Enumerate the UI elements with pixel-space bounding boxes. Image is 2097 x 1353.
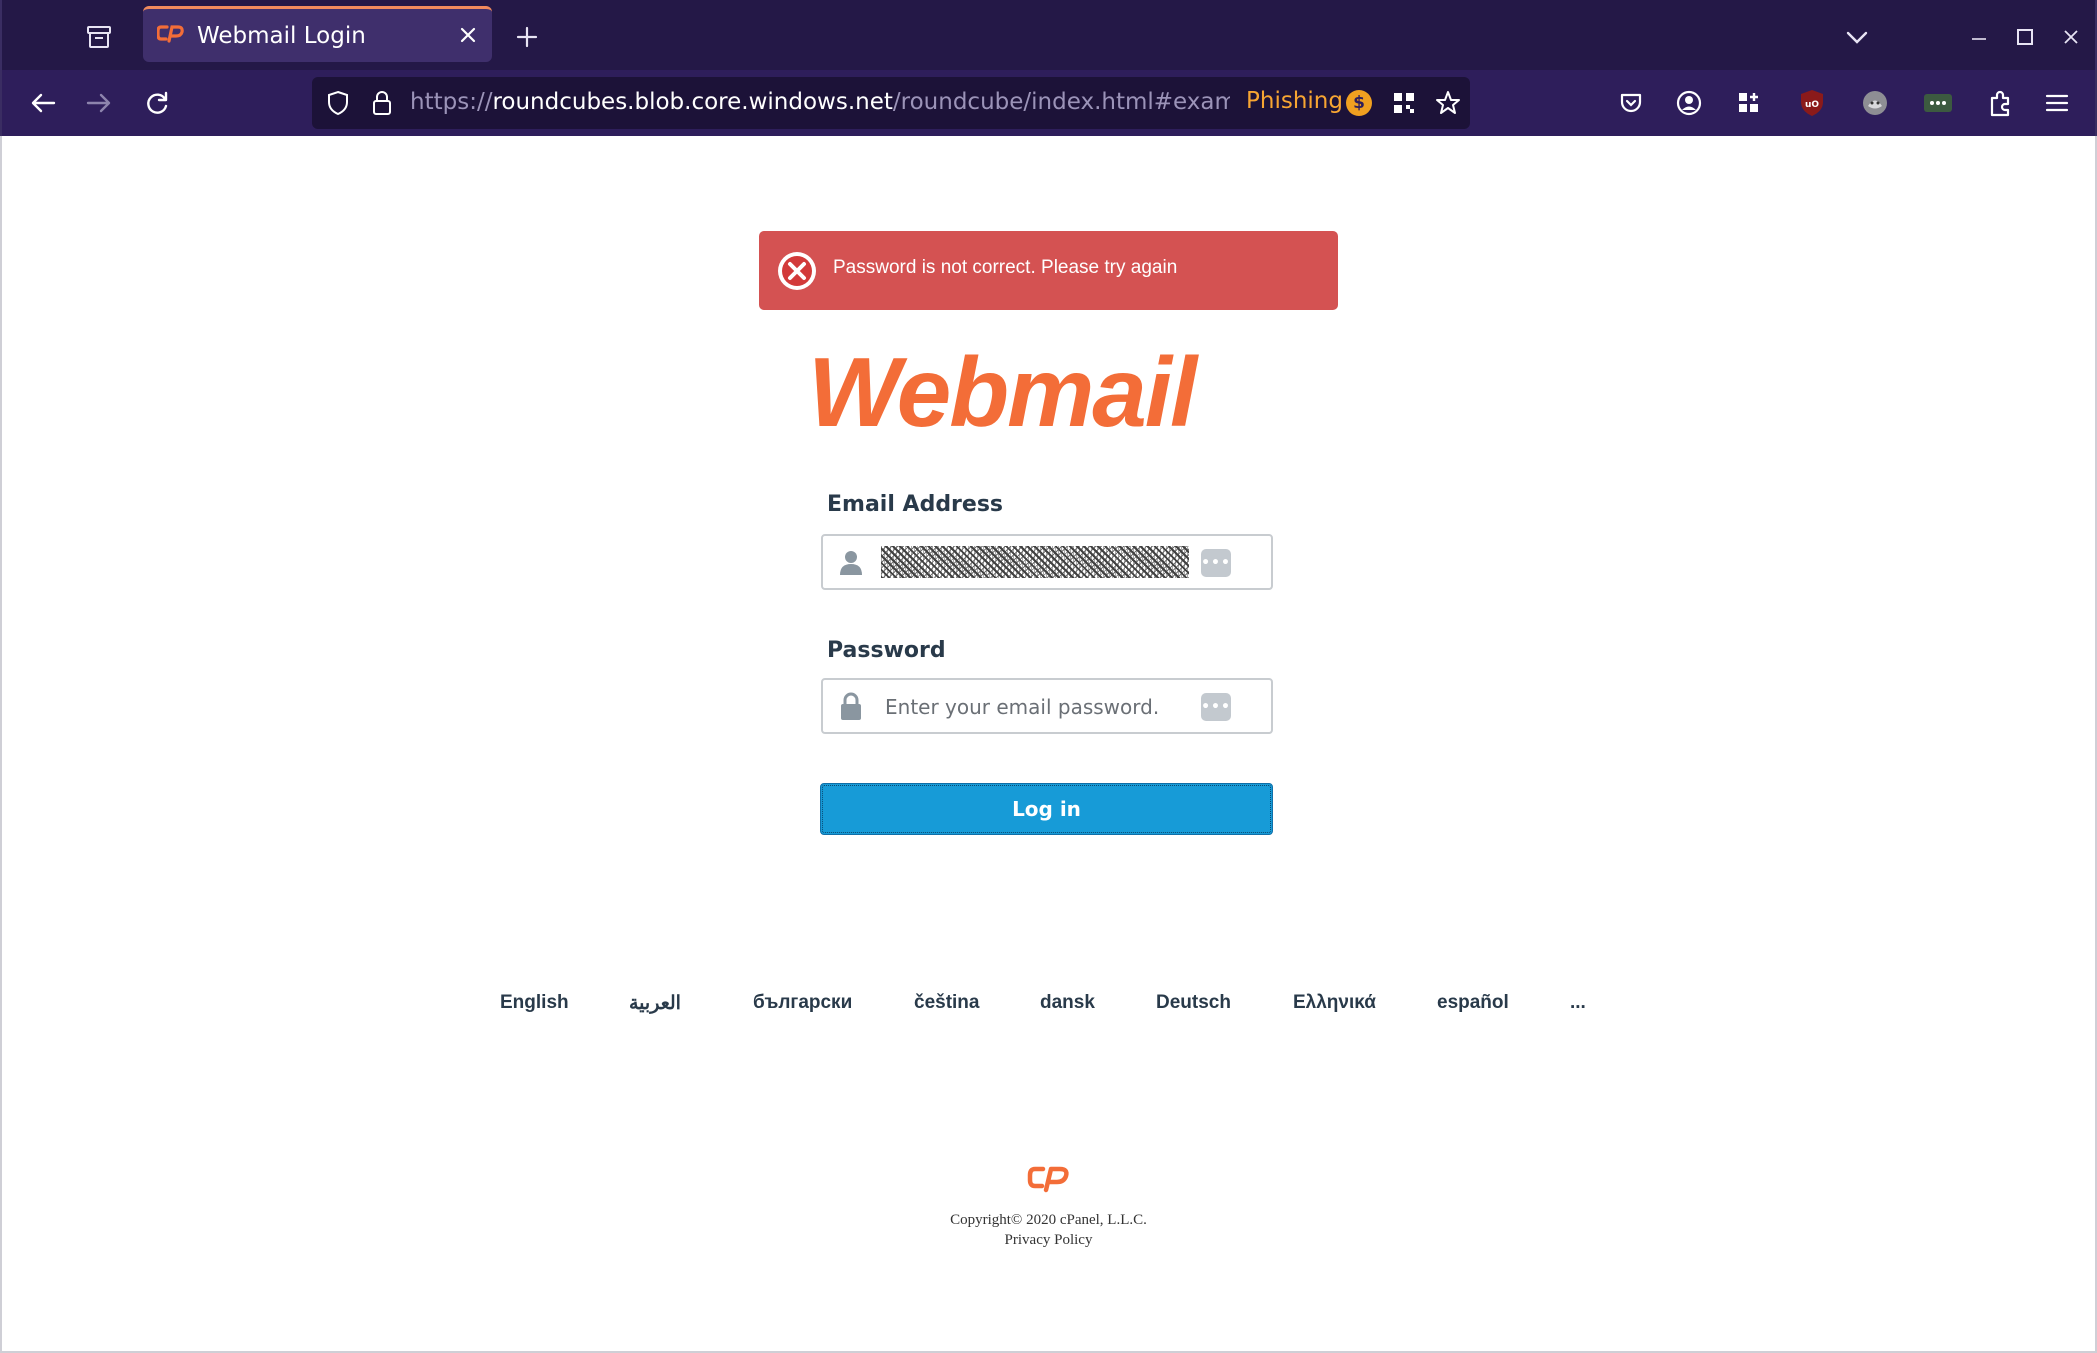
lang-more[interactable]: ... xyxy=(1570,992,1586,1014)
url-scheme: https:// xyxy=(410,89,493,115)
close-icon[interactable] xyxy=(456,23,480,47)
error-alert: Password is not correct. Please try agai… xyxy=(759,231,1338,310)
login-button[interactable]: Log in xyxy=(820,783,1273,835)
grid-icon[interactable] xyxy=(1732,86,1766,120)
password-manager-fill-icon[interactable]: ••• xyxy=(1201,549,1231,577)
pocket-icon[interactable] xyxy=(1614,86,1648,120)
webmail-logo: Webmail xyxy=(808,337,1298,447)
alert-message: Password is not correct. Please try agai… xyxy=(833,257,1178,278)
password-manager-icon[interactable] xyxy=(1921,86,1955,120)
shield-icon[interactable] xyxy=(324,89,352,117)
lock-icon xyxy=(837,692,865,720)
url-host: roundcubes.blob.core.windows.net xyxy=(492,89,893,115)
password-field[interactable]: ••• xyxy=(821,678,1273,734)
coin-icon[interactable]: $ xyxy=(1346,90,1372,116)
collection-icon[interactable] xyxy=(82,20,116,54)
user-icon xyxy=(837,548,865,576)
lang-german[interactable]: Deutsch xyxy=(1156,992,1231,1014)
close-window-icon[interactable] xyxy=(2054,20,2088,54)
hamburger-icon[interactable] xyxy=(2040,86,2074,120)
lang-czech[interactable]: čeština xyxy=(914,992,979,1014)
tab-webmail-login[interactable]: Webmail Login xyxy=(143,6,492,62)
reload-icon[interactable] xyxy=(140,86,174,120)
error-x-icon xyxy=(777,251,817,291)
cpanel-icon xyxy=(1027,1163,1071,1195)
privacy-policy-link[interactable]: Privacy Policy xyxy=(0,1232,2097,1249)
plus-icon[interactable] xyxy=(512,22,542,52)
minimize-icon[interactable] xyxy=(1962,20,1996,54)
qr-code-icon[interactable] xyxy=(1390,89,1418,117)
maximize-icon[interactable] xyxy=(2008,20,2042,54)
logo-text: Webmail xyxy=(808,340,1199,440)
lang-bulgarian[interactable]: български xyxy=(753,992,852,1014)
chevron-down-icon[interactable] xyxy=(1840,20,1874,54)
url-text[interactable]: https://roundcubes.blob.core.windows.net… xyxy=(410,89,1230,119)
password-input[interactable] xyxy=(885,692,1195,722)
email-label: Email Address xyxy=(827,492,1004,517)
forward-arrow-icon[interactable] xyxy=(82,86,116,120)
lang-spanish[interactable]: español xyxy=(1437,992,1509,1014)
badger-icon[interactable] xyxy=(1858,86,1892,120)
url-path: /roundcube/index.html#examp xyxy=(892,89,1230,115)
tab-title: Webmail Login xyxy=(197,22,366,49)
email-field[interactable]: ••• xyxy=(821,534,1273,590)
password-manager-fill-icon[interactable]: ••• xyxy=(1201,693,1231,721)
url-bar[interactable]: https://roundcubes.blob.core.windows.net… xyxy=(312,77,1470,129)
lang-english[interactable]: English xyxy=(500,992,569,1014)
lang-greek[interactable]: Ελληνικά xyxy=(1293,992,1376,1014)
ublock-icon[interactable]: uO xyxy=(1795,86,1829,120)
back-arrow-icon[interactable] xyxy=(26,86,60,120)
copyright-text: Copyright© 2020 cPanel, L.L.C. xyxy=(950,1212,1147,1228)
puzzle-icon[interactable] xyxy=(1983,86,2017,120)
svg-text:uO: uO xyxy=(1805,100,1819,110)
phishing-badge[interactable]: Phishing xyxy=(1246,88,1343,114)
lock-icon[interactable] xyxy=(368,89,396,117)
email-value-redacted[interactable] xyxy=(881,546,1189,578)
language-list: English العربية български čeština dansk … xyxy=(480,992,1620,1022)
cpanel-icon xyxy=(156,24,185,48)
star-icon[interactable] xyxy=(1434,89,1462,117)
tab-bar: Webmail Login xyxy=(0,0,2097,70)
lang-danish[interactable]: dansk xyxy=(1040,992,1095,1014)
lang-arabic[interactable]: العربية xyxy=(629,992,681,1015)
password-label: Password xyxy=(827,638,946,663)
account-icon[interactable] xyxy=(1672,86,1706,120)
